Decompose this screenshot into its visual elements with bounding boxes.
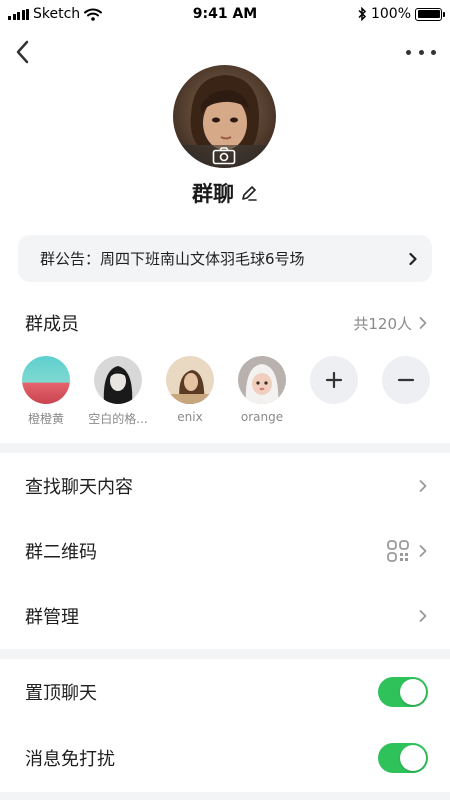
more-options-icon[interactable] (406, 42, 436, 62)
carrier-label: Sketch (33, 6, 81, 22)
avatar (238, 356, 286, 404)
group-manage-item[interactable]: 群管理 (0, 583, 450, 649)
members-count: 共120人 (353, 314, 412, 333)
status-bar: Sketch 9:41 AM 100% (0, 0, 450, 28)
mute-notifications-label: 消息免打扰 (25, 749, 115, 770)
minus-icon (397, 378, 415, 382)
chevron-right-icon (419, 545, 427, 557)
chevron-right-icon (419, 610, 427, 622)
bluetooth-icon (358, 7, 367, 21)
group-manage-label: 群管理 (25, 607, 79, 628)
signal-icon (8, 8, 29, 20)
qr-code-icon (387, 540, 409, 562)
section-divider (0, 792, 450, 800)
chevron-right-icon (409, 252, 417, 265)
back-icon[interactable] (12, 38, 36, 66)
member-item[interactable]: enix (166, 356, 214, 427)
add-member-item[interactable] (310, 356, 358, 427)
notice-text: 群公告：周四下班南山文体羽毛球6号场 (40, 250, 305, 268)
pin-chat-item: 置顶聊天 (0, 659, 450, 725)
member-item[interactable]: 橙橙黄 (22, 356, 70, 427)
clock: 9:41 AM (192, 6, 258, 22)
remove-member-button[interactable] (382, 356, 430, 404)
member-name: enix (177, 410, 203, 424)
avatar (22, 356, 70, 404)
member-name: orange (240, 410, 284, 424)
plus-icon (325, 371, 343, 389)
search-chat-history-label: 查找聊天内容 (25, 477, 133, 498)
group-qr-code-item[interactable]: 群二维码 (0, 518, 450, 584)
edit-icon[interactable] (240, 184, 258, 202)
member-name: 橙橙黄 (27, 412, 64, 426)
battery-percent: 100% (370, 6, 411, 22)
avatar (94, 356, 142, 404)
battery-icon (415, 7, 445, 21)
avatar (166, 356, 214, 404)
mute-notifications-item: 消息免打扰 (0, 725, 450, 791)
chevron-right-icon (419, 317, 427, 329)
mute-notifications-toggle[interactable] (378, 743, 428, 773)
chevron-right-icon (419, 480, 427, 492)
add-member-button[interactable] (310, 356, 358, 404)
section-divider (0, 649, 450, 659)
members-row: 橙橙黄 空白的格... enix orange (22, 356, 442, 427)
wifi-icon (84, 8, 103, 21)
pin-chat-label: 置顶聊天 (25, 683, 97, 704)
search-chat-history-item[interactable]: 查找聊天内容 (0, 453, 450, 519)
member-item[interactable]: orange (238, 356, 286, 427)
camera-icon[interactable] (212, 147, 236, 165)
group-name-row: 群聊 (0, 178, 450, 208)
members-header[interactable]: 群成员 共120人 (25, 310, 428, 336)
remove-member-item[interactable] (382, 356, 430, 427)
pin-chat-toggle[interactable] (378, 677, 428, 707)
group-notice-banner[interactable]: 群公告：周四下班南山文体羽毛球6号场 (18, 235, 432, 282)
group-name: 群聊 (192, 182, 234, 206)
members-title: 群成员 (25, 314, 79, 335)
member-name: 空白的格... (88, 412, 148, 426)
member-item[interactable]: 空白的格... (88, 356, 148, 427)
group-qr-code-label: 群二维码 (25, 542, 97, 563)
section-divider (0, 443, 450, 453)
